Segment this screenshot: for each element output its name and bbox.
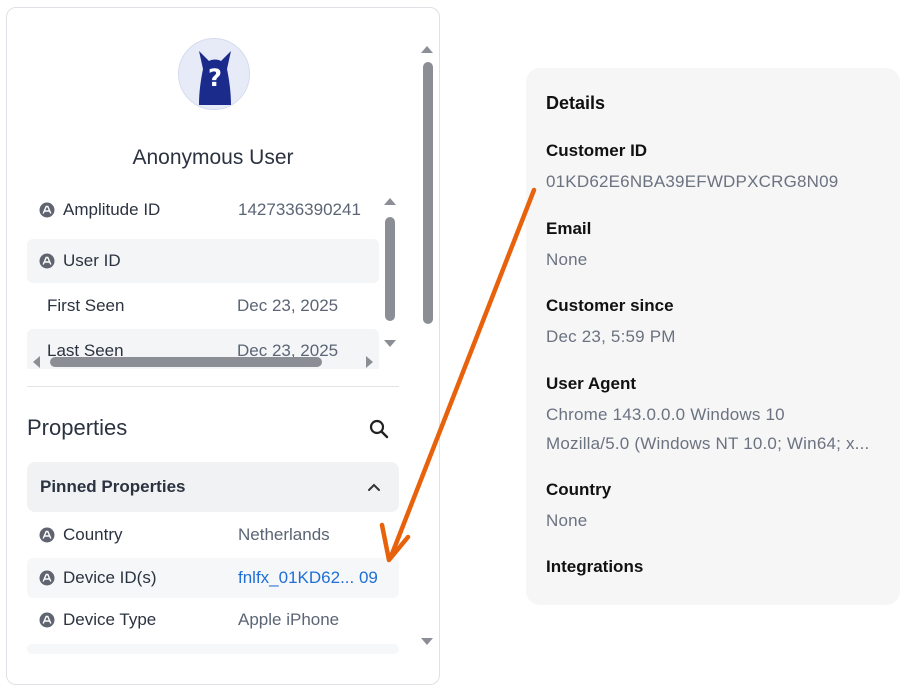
identity-label: First Seen (47, 296, 125, 315)
customer-since-label: Customer since (546, 296, 674, 315)
property-row-partial (27, 644, 399, 654)
property-value: Apple iPhone (238, 610, 340, 629)
identity-label: Amplitude ID (63, 200, 161, 219)
vertical-scrollbar-thumb[interactable] (385, 217, 395, 321)
country-label: Country (546, 480, 612, 499)
scroll-down-arrow-icon[interactable] (384, 340, 396, 347)
property-row-device-ids: Device ID(s) fnlfx_01KD62... 09 (27, 558, 399, 598)
properties-title: Properties (27, 415, 128, 440)
scroll-up-arrow-icon[interactable] (384, 198, 396, 205)
property-label: Device ID(s) (63, 568, 157, 587)
pinned-properties-header[interactable]: Pinned Properties (27, 462, 399, 512)
user-name: Anonymous User (132, 146, 294, 169)
user-agent-browser: Chrome 143.0.0.0 Windows 10 (546, 405, 785, 424)
chevron-up-icon[interactable] (367, 480, 381, 494)
identity-row-user-id: User ID (27, 239, 379, 283)
property-label: Country (63, 525, 123, 544)
user-agent-string: Mozilla/5.0 (Windows NT 10.0; Win64; x..… (546, 434, 870, 453)
avatar: ? (178, 38, 250, 110)
property-row-device-type: Device Type Apple iPhone (27, 600, 399, 640)
identity-value: Dec 23, 2025 (237, 296, 339, 315)
section-divider (27, 386, 399, 387)
details-card: Details Customer ID 01KD62E6NBA39EFWDPXC… (526, 68, 900, 605)
panel-scroll-up-icon[interactable] (421, 46, 433, 53)
amplitude-icon (39, 570, 55, 586)
integrations-label: Integrations (546, 557, 644, 576)
customer-since-value: Dec 23, 5:59 PM (546, 327, 676, 346)
scroll-left-arrow-icon[interactable] (33, 356, 40, 368)
amplitude-icon (39, 253, 55, 269)
details-title: Details (546, 93, 606, 113)
amplitude-icon (39, 202, 55, 218)
scroll-right-arrow-icon[interactable] (366, 356, 373, 368)
property-value: Netherlands (238, 525, 330, 544)
country-value: None (546, 511, 588, 530)
identity-value: 1427336390241 (238, 200, 361, 219)
identity-row-amplitude-id: Amplitude ID 1427336390241 (27, 191, 379, 232)
email-label: Email (546, 219, 592, 238)
identity-list[interactable]: Amplitude ID 1427336390241 User ID First… (27, 191, 401, 369)
anonymous-user-icon: ? (199, 51, 231, 105)
user-profile-panel: ? Anonymous User Amplitude ID 1427336390… (6, 7, 440, 685)
amplitude-icon (39, 527, 55, 543)
user-agent-label: User Agent (546, 374, 637, 393)
email-value: None (546, 250, 588, 269)
pinned-properties-label: Pinned Properties (40, 477, 186, 496)
avatar-glyph: ? (208, 64, 222, 92)
property-label: Device Type (63, 610, 157, 629)
customer-id-value: 01KD62E6NBA39EFWDPXCRG8N09 (546, 172, 839, 191)
search-icon (369, 419, 389, 439)
device-id-link[interactable]: fnlfx_01KD62... 09 (238, 568, 378, 588)
amplitude-icon (39, 612, 55, 628)
identity-row-first-seen: First Seen Dec 23, 2025 (27, 284, 379, 328)
identity-label: User ID (63, 251, 121, 270)
horizontal-scrollbar-thumb[interactable] (50, 357, 322, 367)
property-row-country: Country Netherlands (27, 515, 399, 555)
search-properties-button[interactable] (365, 415, 393, 443)
panel-scroll-down-icon[interactable] (421, 638, 433, 645)
panel-scrollbar-thumb[interactable] (423, 62, 433, 324)
customer-id-label: Customer ID (546, 141, 648, 160)
